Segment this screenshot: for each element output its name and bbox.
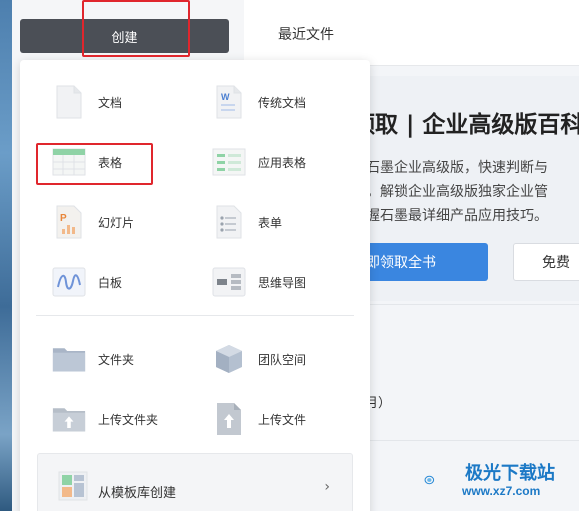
form-icon (212, 205, 246, 239)
whiteboard-icon (52, 265, 86, 299)
app-table-icon (212, 145, 246, 179)
watermark-logo-icon (424, 475, 435, 485)
menu-item-upload-file[interactable]: 上传文件 (212, 399, 306, 439)
upload-file-icon (212, 402, 246, 436)
divider (352, 440, 579, 441)
menu-item-form[interactable]: 表单 (212, 202, 282, 242)
folder-icon (52, 342, 86, 376)
template-label: 从模板库创建 (98, 486, 177, 501)
svg-text:W: W (221, 92, 230, 102)
desktop-background-strip (0, 0, 12, 511)
menu-item-team-space[interactable]: 团队空间 (212, 339, 306, 379)
create-button[interactable]: 创建 (20, 19, 229, 53)
banner-text-line: 配。解锁企业高级版独家企业管 (352, 184, 548, 200)
mindmap-icon (212, 265, 246, 299)
word-doc-icon: W (212, 85, 246, 119)
slides-icon: P (52, 205, 86, 239)
menu-divider (36, 315, 354, 316)
create-from-template-button[interactable]: 从模板库创建 › (37, 453, 353, 511)
tab-recent-files[interactable]: 最近文件 (278, 24, 334, 44)
menu-item-table[interactable]: 表格 (52, 142, 122, 182)
menu-item-upload-folder[interactable]: 上传文件夹 (52, 399, 158, 439)
document-icon (52, 85, 86, 119)
banner-text-line: 解石墨企业高级版，快速判断与 (352, 160, 548, 176)
spreadsheet-icon (52, 145, 86, 179)
divider (352, 304, 579, 305)
menu-item-traditional-doc[interactable]: W 传统文档 (212, 82, 306, 122)
team-space-icon (212, 342, 246, 376)
watermark-url: www.xz7.com (462, 484, 541, 498)
menu-item-doc[interactable]: 文档 (52, 82, 122, 122)
get-book-button[interactable]: 即领取全书 (352, 243, 488, 281)
template-icon (58, 471, 88, 501)
menu-item-whiteboard[interactable]: 白板 (52, 262, 122, 302)
banner-text-line: 掌握石墨最详细产品应用技巧。 (352, 208, 548, 224)
banner-title: 领取 | 企业高级版百科 (352, 112, 579, 138)
menu-item-mindmap[interactable]: 思维导图 (212, 262, 306, 302)
menu-item-folder[interactable]: 文件夹 (52, 339, 134, 379)
upload-folder-icon (52, 402, 86, 436)
menu-item-slides[interactable]: P 幻灯片 (52, 202, 134, 242)
svg-text:P: P (60, 213, 67, 224)
watermark-name: 极光下载站 (465, 463, 555, 483)
chevron-right-icon: › (324, 479, 330, 495)
free-button[interactable]: 免费 (513, 243, 579, 281)
menu-item-app-table[interactable]: 应用表格 (212, 142, 306, 182)
